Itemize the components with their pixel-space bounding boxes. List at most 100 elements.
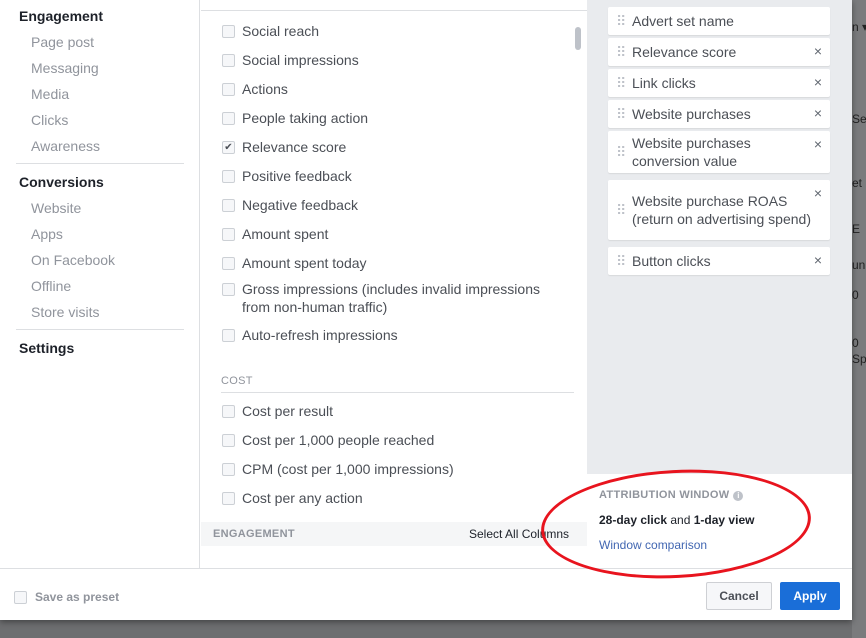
selected-column-label: Website purchases conversion value (632, 135, 751, 169)
column-checkbox-row[interactable]: Auto-refresh impressions (222, 326, 562, 344)
selected-column-card[interactable]: ⠿ Button clicks × (608, 247, 830, 275)
column-checkbox-row[interactable]: Cost per any action (222, 489, 562, 507)
select-all-columns-link[interactable]: Select All Columns (469, 527, 569, 541)
sidebar-item[interactable]: Store visits (31, 304, 99, 320)
checkbox-icon[interactable] (14, 590, 27, 604)
drag-handle-icon[interactable]: ⠿ (616, 45, 626, 59)
sidebar-item[interactable]: Awareness (31, 138, 100, 154)
column-checkbox-row[interactable]: ✔ Relevance score (222, 138, 562, 156)
column-checkbox-row[interactable]: Gross impressions (includes invalid impr… (222, 280, 562, 316)
category-sidebar: Engagement Page post Messaging Media Clicks A… (0, 0, 200, 568)
dialog-footer: Save as preset Cancel Apply (0, 568, 852, 620)
checkbox[interactable] (222, 112, 235, 125)
engagement-header: ENGAGEMENT (213, 528, 295, 540)
column-checkbox-row[interactable]: Social impressions (222, 51, 562, 69)
column-label: Relevance score (242, 139, 347, 155)
checkbox[interactable] (222, 492, 235, 505)
sidebar-item[interactable]: On Facebook (31, 252, 115, 268)
column-checkbox-row[interactable]: Social reach (222, 22, 562, 40)
remove-icon[interactable]: × (814, 185, 822, 201)
sidebar-item[interactable]: Website (31, 200, 81, 216)
apply-button[interactable]: Apply (780, 582, 840, 610)
sidebar-heading-engagement[interactable]: Engagement (19, 8, 103, 24)
selected-column-label: Button clicks (632, 253, 711, 269)
column-checkbox-row[interactable]: Cost per 1,000 people reached (222, 431, 562, 449)
sidebar-item[interactable]: Media (31, 86, 69, 102)
column-label: Positive feedback (242, 168, 352, 184)
checkbox[interactable] (222, 257, 235, 270)
selected-column-card[interactable]: ⠿ Website purchases × (608, 100, 830, 128)
checkbox[interactable] (222, 329, 235, 342)
column-label: Amount spent (242, 226, 329, 242)
drag-handle-icon[interactable]: ⠿ (616, 14, 626, 28)
column-checkbox-row[interactable]: Amount spent (222, 225, 562, 243)
column-label: Actions (242, 81, 288, 97)
sidebar-item[interactable]: Clicks (31, 112, 68, 128)
column-label: Cost per result (242, 403, 334, 419)
remove-icon[interactable]: × (814, 252, 822, 268)
column-label: Amount spent today (242, 255, 367, 271)
column-label: CPM (cost per 1,000 impressions) (242, 461, 454, 477)
selected-column-card[interactable]: ⠿ Relevance score × (608, 38, 830, 66)
window-comparison-link[interactable]: Window comparison (599, 538, 840, 552)
checkbox[interactable] (222, 83, 235, 96)
sidebar-heading-conversions[interactable]: Conversions (19, 174, 104, 190)
drag-handle-icon[interactable]: ⠿ (616, 254, 626, 268)
info-icon[interactable]: i (733, 491, 744, 501)
attribution-window: ATTRIBUTION WINDOW i 28-day click and 1-d… (587, 474, 852, 568)
remove-icon[interactable]: × (814, 74, 822, 90)
sidebar-heading-settings[interactable]: Settings (19, 340, 74, 356)
checkbox[interactable] (222, 25, 235, 38)
column-checkbox-row[interactable]: Actions (222, 80, 562, 98)
column-checkbox-row[interactable]: Cost per result (222, 402, 562, 420)
column-label: People taking action (242, 110, 369, 126)
selected-column-label: Website purchases (632, 106, 751, 122)
checkbox[interactable] (222, 228, 235, 241)
scrollbar[interactable] (575, 27, 581, 50)
selected-column-card[interactable]: ⠿ Website purchases conversion value × (608, 131, 830, 173)
column-label: Cost per 1,000 people reached (242, 432, 435, 448)
sidebar-divider (16, 329, 184, 330)
column-list: Social reach Social impressions Actions Peo… (201, 0, 587, 568)
remove-icon[interactable]: × (814, 105, 822, 121)
checkbox-checked[interactable]: ✔ (222, 141, 235, 154)
column-checkbox-row[interactable]: Amount spent today (222, 254, 562, 272)
sidebar-divider (16, 163, 184, 164)
drag-handle-icon[interactable]: ⠿ (616, 76, 626, 90)
column-label: Cost per any action (242, 490, 363, 506)
selected-column-card[interactable]: ⠿ Link clicks × (608, 69, 830, 97)
attribution-setting: 28-day click and 1-day view (599, 513, 755, 527)
sidebar-item[interactable]: Offline (31, 278, 71, 294)
selected-column-card[interactable]: ⠿ Website purchase ROAS (return on advert… (608, 180, 830, 240)
column-label: Gross impressions (includes invalid impr… (242, 281, 540, 315)
save-as-preset-checkbox[interactable]: Save as preset (14, 590, 119, 604)
column-checkbox-row[interactable]: Negative feedback (222, 196, 562, 214)
column-checkbox-row[interactable]: CPM (cost per 1,000 impressions) (222, 460, 562, 478)
drag-handle-icon[interactable]: ⠿ (616, 145, 626, 159)
column-checkbox-row[interactable]: Positive feedback (222, 167, 562, 185)
column-label: Social reach (242, 23, 320, 39)
checkbox[interactable] (222, 405, 235, 418)
column-label: Negative feedback (242, 197, 358, 213)
column-checkbox-row[interactable]: People taking action (222, 109, 562, 127)
remove-icon[interactable]: × (814, 136, 822, 152)
drag-handle-icon[interactable]: ⠿ (616, 203, 626, 217)
cancel-button[interactable]: Cancel (706, 582, 772, 610)
checkbox[interactable] (222, 170, 235, 183)
sidebar-item[interactable]: Apps (31, 226, 63, 242)
checkbox[interactable] (222, 434, 235, 447)
attribution-title: ATTRIBUTION WINDOW (599, 489, 730, 501)
customize-columns-dialog: Engagement Page post Messaging Media Clicks A… (0, 0, 852, 620)
checkbox[interactable] (222, 54, 235, 67)
checkbox[interactable] (222, 199, 235, 212)
selected-column-card[interactable]: ⠿ Advert set name (608, 7, 830, 35)
selected-column-label: Link clicks (632, 75, 696, 91)
selected-columns-panel: ⠿ Advert set name ⠿ Relevance score × ⠿ Link c… (587, 0, 852, 568)
checkbox[interactable] (222, 463, 235, 476)
selected-column-label: Website purchase ROAS (return on adverti… (632, 193, 811, 227)
drag-handle-icon[interactable]: ⠿ (616, 107, 626, 121)
checkbox[interactable] (222, 283, 235, 296)
sidebar-item[interactable]: Messaging (31, 60, 99, 76)
remove-icon[interactable]: × (814, 43, 822, 59)
sidebar-item[interactable]: Page post (31, 34, 94, 50)
